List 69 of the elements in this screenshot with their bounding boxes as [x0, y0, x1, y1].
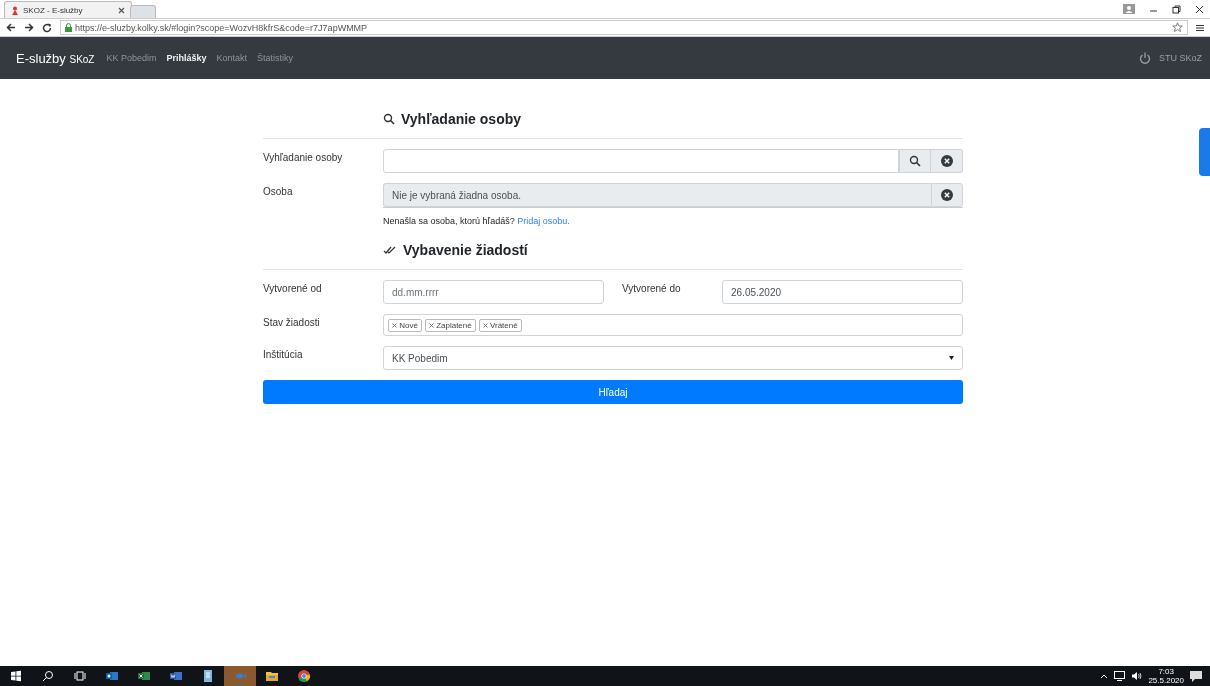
- status-tag[interactable]: Vrátené: [478, 318, 522, 332]
- volume-icon[interactable]: [1131, 671, 1143, 681]
- section-heading: Vybavenie žiadostí: [403, 242, 528, 258]
- double-check-icon: [383, 245, 397, 255]
- star-icon[interactable]: [1172, 22, 1183, 33]
- chevron-up-icon[interactable]: [1100, 673, 1109, 679]
- status-tag[interactable]: Nové: [388, 318, 422, 332]
- field-label: Vyhľadanie osoby: [263, 151, 344, 163]
- nav-link[interactable]: KK Pobedim: [106, 53, 157, 63]
- caret-icon: [949, 356, 954, 360]
- field-label: Osoba: [263, 185, 294, 197]
- forward-icon[interactable]: [24, 23, 34, 32]
- clear-button[interactable]: [931, 183, 963, 207]
- task-view-icon[interactable]: [74, 670, 86, 682]
- power-icon[interactable]: [1139, 52, 1151, 64]
- search-field[interactable]: [383, 149, 899, 173]
- clear-icon: [941, 189, 953, 201]
- network-icon[interactable]: [1114, 671, 1126, 681]
- field-label: Vytvorené do: [621, 282, 682, 294]
- status-tag[interactable]: Zaplatené: [424, 318, 476, 332]
- search-icon: [909, 155, 921, 167]
- nav-link[interactable]: Kontakt: [216, 53, 248, 63]
- nav-link[interactable]: Štatistiky: [257, 53, 294, 63]
- browser-app-icon[interactable]: [298, 670, 310, 682]
- menu-icon[interactable]: [1196, 23, 1204, 32]
- field-label: Inštitúcia: [263, 348, 304, 360]
- tags-field[interactable]: Nové Zaplatené Vrátené: [383, 314, 963, 336]
- search-icon[interactable]: [42, 670, 54, 682]
- remove-icon[interactable]: [392, 322, 397, 328]
- url-text: https://e-sluzby.kolky.sk/#login?scope=WozvH8kfrS&code=r7J7apWMMP: [75, 22, 368, 33]
- brand-link[interactable]: E-služby SKoZ: [16, 50, 95, 66]
- hint-text: Nenašla sa osoba, ktorú hľadáš? Pridaj osobu.: [383, 216, 571, 226]
- close-icon[interactable]: [118, 6, 125, 14]
- field-label: Vytvorené od: [263, 282, 323, 294]
- favicon-icon: [11, 5, 19, 15]
- remove-icon[interactable]: [482, 322, 488, 328]
- clear-icon: [940, 155, 953, 167]
- address-bar[interactable]: https://e-sluzby.kolky.sk/#login?scope=WozvH8kfrS&code=r7J7apWMMP: [60, 20, 1188, 35]
- clock-time[interactable]: 7:03: [1158, 667, 1174, 676]
- remove-icon[interactable]: [428, 322, 434, 328]
- search-icon: [383, 113, 395, 125]
- search-button[interactable]: [899, 149, 931, 173]
- clear-button[interactable]: [931, 149, 963, 173]
- notification-icon[interactable]: [1190, 670, 1202, 682]
- section-heading: Vyhľadanie osoby: [401, 111, 522, 127]
- clock-date[interactable]: 25.5.2020: [1148, 676, 1184, 685]
- mail-app-icon[interactable]: [106, 670, 118, 682]
- nav-link[interactable]: Prihlášky: [166, 53, 207, 63]
- reload-icon[interactable]: [42, 22, 52, 33]
- document-app-icon[interactable]: [170, 670, 182, 682]
- tab-title: SKOZ - E-služby: [23, 5, 84, 15]
- spreadsheet-app-icon[interactable]: [138, 670, 150, 682]
- restore-icon[interactable]: [1172, 4, 1181, 14]
- lock-icon: [65, 23, 72, 32]
- search-button[interactable]: Hľadaj: [263, 380, 963, 404]
- date-field[interactable]: dd.mm.rrrr: [383, 280, 604, 304]
- folder-app-icon[interactable]: [266, 670, 278, 682]
- add-person-link[interactable]: Pridaj osobu.: [517, 216, 570, 226]
- notepad-app-icon[interactable]: [202, 670, 214, 682]
- back-icon[interactable]: [6, 23, 16, 32]
- date-field[interactable]: 26.05.2020: [722, 280, 963, 304]
- browser-tab[interactable]: SKOZ - E-služby: [4, 1, 132, 18]
- person-icon[interactable]: [1123, 4, 1135, 14]
- close-icon[interactable]: [1195, 4, 1204, 14]
- field-label: Stav žiadosti: [263, 316, 321, 328]
- person-field: Nie je vybraná žiadna osoba.: [383, 183, 931, 207]
- institution-select[interactable]: KK Pobedim: [383, 346, 963, 370]
- user-name[interactable]: STU SKoZ: [1159, 53, 1202, 63]
- windows-icon[interactable]: [10, 670, 22, 682]
